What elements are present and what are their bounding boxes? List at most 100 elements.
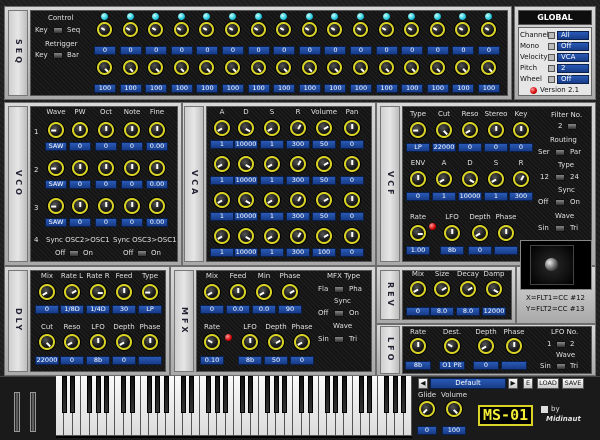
vca-value[interactable]: 50 <box>312 140 336 149</box>
seq-step-value-top[interactable]: 0 <box>222 46 244 55</box>
vco-value[interactable]: 0 <box>95 142 117 151</box>
rev-knob[interactable] <box>460 281 476 297</box>
vca-value[interactable]: 1 <box>260 176 284 185</box>
vca-value[interactable]: 10000 <box>234 176 258 185</box>
vco-value[interactable]: 0 <box>121 218 143 227</box>
dly-value[interactable]: LP <box>138 305 162 314</box>
black-key[interactable] <box>61 376 67 413</box>
vca-value[interactable]: 100 <box>312 248 336 257</box>
dly-knob2[interactable] <box>116 334 132 350</box>
lfo-value[interactable]: O1 Pit <box>439 361 465 370</box>
black-key[interactable] <box>273 376 279 413</box>
black-key[interactable] <box>341 376 347 413</box>
seq-step-knob-top[interactable] <box>353 22 368 37</box>
vcf-value[interactable]: LP <box>406 143 430 152</box>
mfx-knob2[interactable] <box>268 334 284 350</box>
vca-knob[interactable] <box>264 156 280 172</box>
vca-knob[interactable] <box>290 120 306 136</box>
vcf-type-switch[interactable] <box>555 174 565 181</box>
black-key[interactable] <box>248 376 254 413</box>
seq-step-value-bottom[interactable]: 100 <box>324 84 347 93</box>
mfx-wave-switch[interactable] <box>334 336 344 343</box>
vca-knob[interactable] <box>344 228 360 244</box>
global-row-value[interactable]: All <box>557 31 589 40</box>
seq-step-value-bottom[interactable]: 100 <box>273 84 296 93</box>
black-key[interactable] <box>324 376 330 413</box>
seq-step-value-top[interactable]: 0 <box>426 46 449 55</box>
vco-knob[interactable] <box>149 122 165 138</box>
seq-step-value-bottom[interactable]: 100 <box>478 84 500 93</box>
dly-value2[interactable]: 22000 <box>35 356 59 365</box>
rev-value[interactable]: 0 <box>406 307 430 316</box>
black-key[interactable] <box>189 376 195 413</box>
mfx-value[interactable]: 0 <box>200 305 224 314</box>
vca-knob[interactable] <box>238 192 254 208</box>
lfo-value[interactable]: 0 <box>473 361 499 370</box>
vca-value[interactable]: 300 <box>286 212 310 221</box>
vca-knob[interactable] <box>344 192 360 208</box>
dly-knob[interactable] <box>116 284 132 300</box>
vco-value[interactable]: 0 <box>69 142 91 151</box>
vcf-value[interactable]: 0 <box>509 143 533 152</box>
mfx-value2[interactable]: 0 <box>290 356 314 365</box>
vco-knob[interactable] <box>98 122 114 138</box>
mfx-knob2[interactable] <box>294 334 310 350</box>
vcf-env-value[interactable]: 1 <box>432 192 456 201</box>
black-key[interactable] <box>95 376 101 413</box>
preset-name[interactable]: Default <box>430 378 506 389</box>
dly-value[interactable]: 0 <box>35 305 59 314</box>
dly-knob2[interactable] <box>39 334 55 350</box>
vca-value[interactable]: 1 <box>210 140 234 149</box>
vco-value[interactable]: SAW <box>45 180 67 189</box>
vca-knob[interactable] <box>214 228 230 244</box>
edit-button[interactable]: E <box>523 378 533 389</box>
vco-value[interactable]: SAW <box>45 218 67 227</box>
rev-value[interactable]: 12000 <box>482 307 506 316</box>
seq-step-knob-bottom[interactable] <box>173 60 189 75</box>
black-key[interactable] <box>155 376 161 413</box>
seq-step-knob-top[interactable] <box>173 22 189 37</box>
seq-step-value-top[interactable]: 0 <box>350 46 372 55</box>
seq-step-knob-top[interactable] <box>97 22 112 37</box>
seq-step-value-top[interactable]: 0 <box>94 46 116 55</box>
lfo-no-switch[interactable] <box>556 341 566 348</box>
vcf-lfo-value[interactable] <box>494 246 518 255</box>
vco-value[interactable]: 0 <box>69 180 91 189</box>
dly-value2[interactable]: 0 <box>60 356 84 365</box>
vco-knob[interactable] <box>98 160 114 176</box>
vca-knob[interactable] <box>238 120 254 136</box>
vcf-sync-switch[interactable] <box>555 199 565 206</box>
volume-value[interactable]: 100 <box>442 426 466 435</box>
seq-step-value-top[interactable]: 0 <box>145 46 168 55</box>
vcf-knob[interactable] <box>488 122 504 138</box>
rev-knob[interactable] <box>486 281 502 297</box>
dly-knob[interactable] <box>64 284 80 300</box>
vco-knob[interactable] <box>72 122 88 138</box>
lfo-value[interactable]: 8b <box>405 361 431 370</box>
vca-knob[interactable] <box>316 156 332 172</box>
seq-step-value-bottom[interactable]: 100 <box>401 84 424 93</box>
vca-value[interactable]: 0 <box>340 248 364 257</box>
xy-cursor[interactable] <box>545 258 558 271</box>
preset-prev-button[interactable]: ◀ <box>418 378 428 389</box>
black-key[interactable] <box>392 376 398 413</box>
dly-value2[interactable] <box>138 356 162 365</box>
vcf-value[interactable]: 0 <box>484 143 508 152</box>
mfx-value[interactable]: 0.0 <box>226 305 250 314</box>
vco-knob[interactable] <box>72 160 88 176</box>
black-key[interactable] <box>222 376 229 413</box>
vcf-env-value[interactable]: 300 <box>509 192 533 201</box>
vco-knob[interactable] <box>124 198 140 214</box>
vco-value[interactable]: SAW <box>45 142 67 151</box>
vcf-lfo-knob[interactable] <box>472 225 488 241</box>
seq-step-knob-bottom[interactable] <box>378 60 394 75</box>
dly-knob[interactable] <box>39 284 55 300</box>
black-key[interactable] <box>180 376 186 413</box>
vco-value[interactable]: 0 <box>121 142 143 151</box>
global-row-check[interactable] <box>548 54 555 61</box>
rev-value[interactable]: 8.0 <box>456 307 480 316</box>
vca-knob[interactable] <box>238 228 254 244</box>
vco-value[interactable]: 0 <box>95 218 117 227</box>
vco-value[interactable]: 0.00 <box>146 218 168 227</box>
black-key[interactable] <box>333 376 339 413</box>
